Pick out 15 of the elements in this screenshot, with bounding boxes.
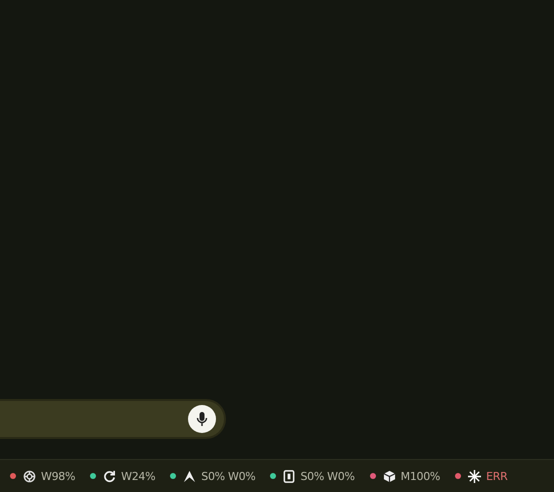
status-text: W24% [121, 470, 156, 482]
status-text: S0% W0% [300, 470, 355, 482]
refresh-icon [103, 470, 116, 482]
microphone-button[interactable] [188, 405, 216, 433]
knot-icon [23, 470, 36, 482]
peak-icon [183, 470, 196, 482]
status-text: W98% [41, 470, 76, 482]
status-text: M100% [400, 470, 440, 482]
burst-icon [468, 470, 482, 482]
cube-icon [382, 470, 396, 482]
status-text: S0% W0% [201, 470, 256, 482]
input-bar[interactable] [0, 399, 226, 439]
status-text: ERR [486, 470, 508, 482]
panel-icon [283, 470, 296, 482]
microphone-icon [196, 411, 208, 427]
